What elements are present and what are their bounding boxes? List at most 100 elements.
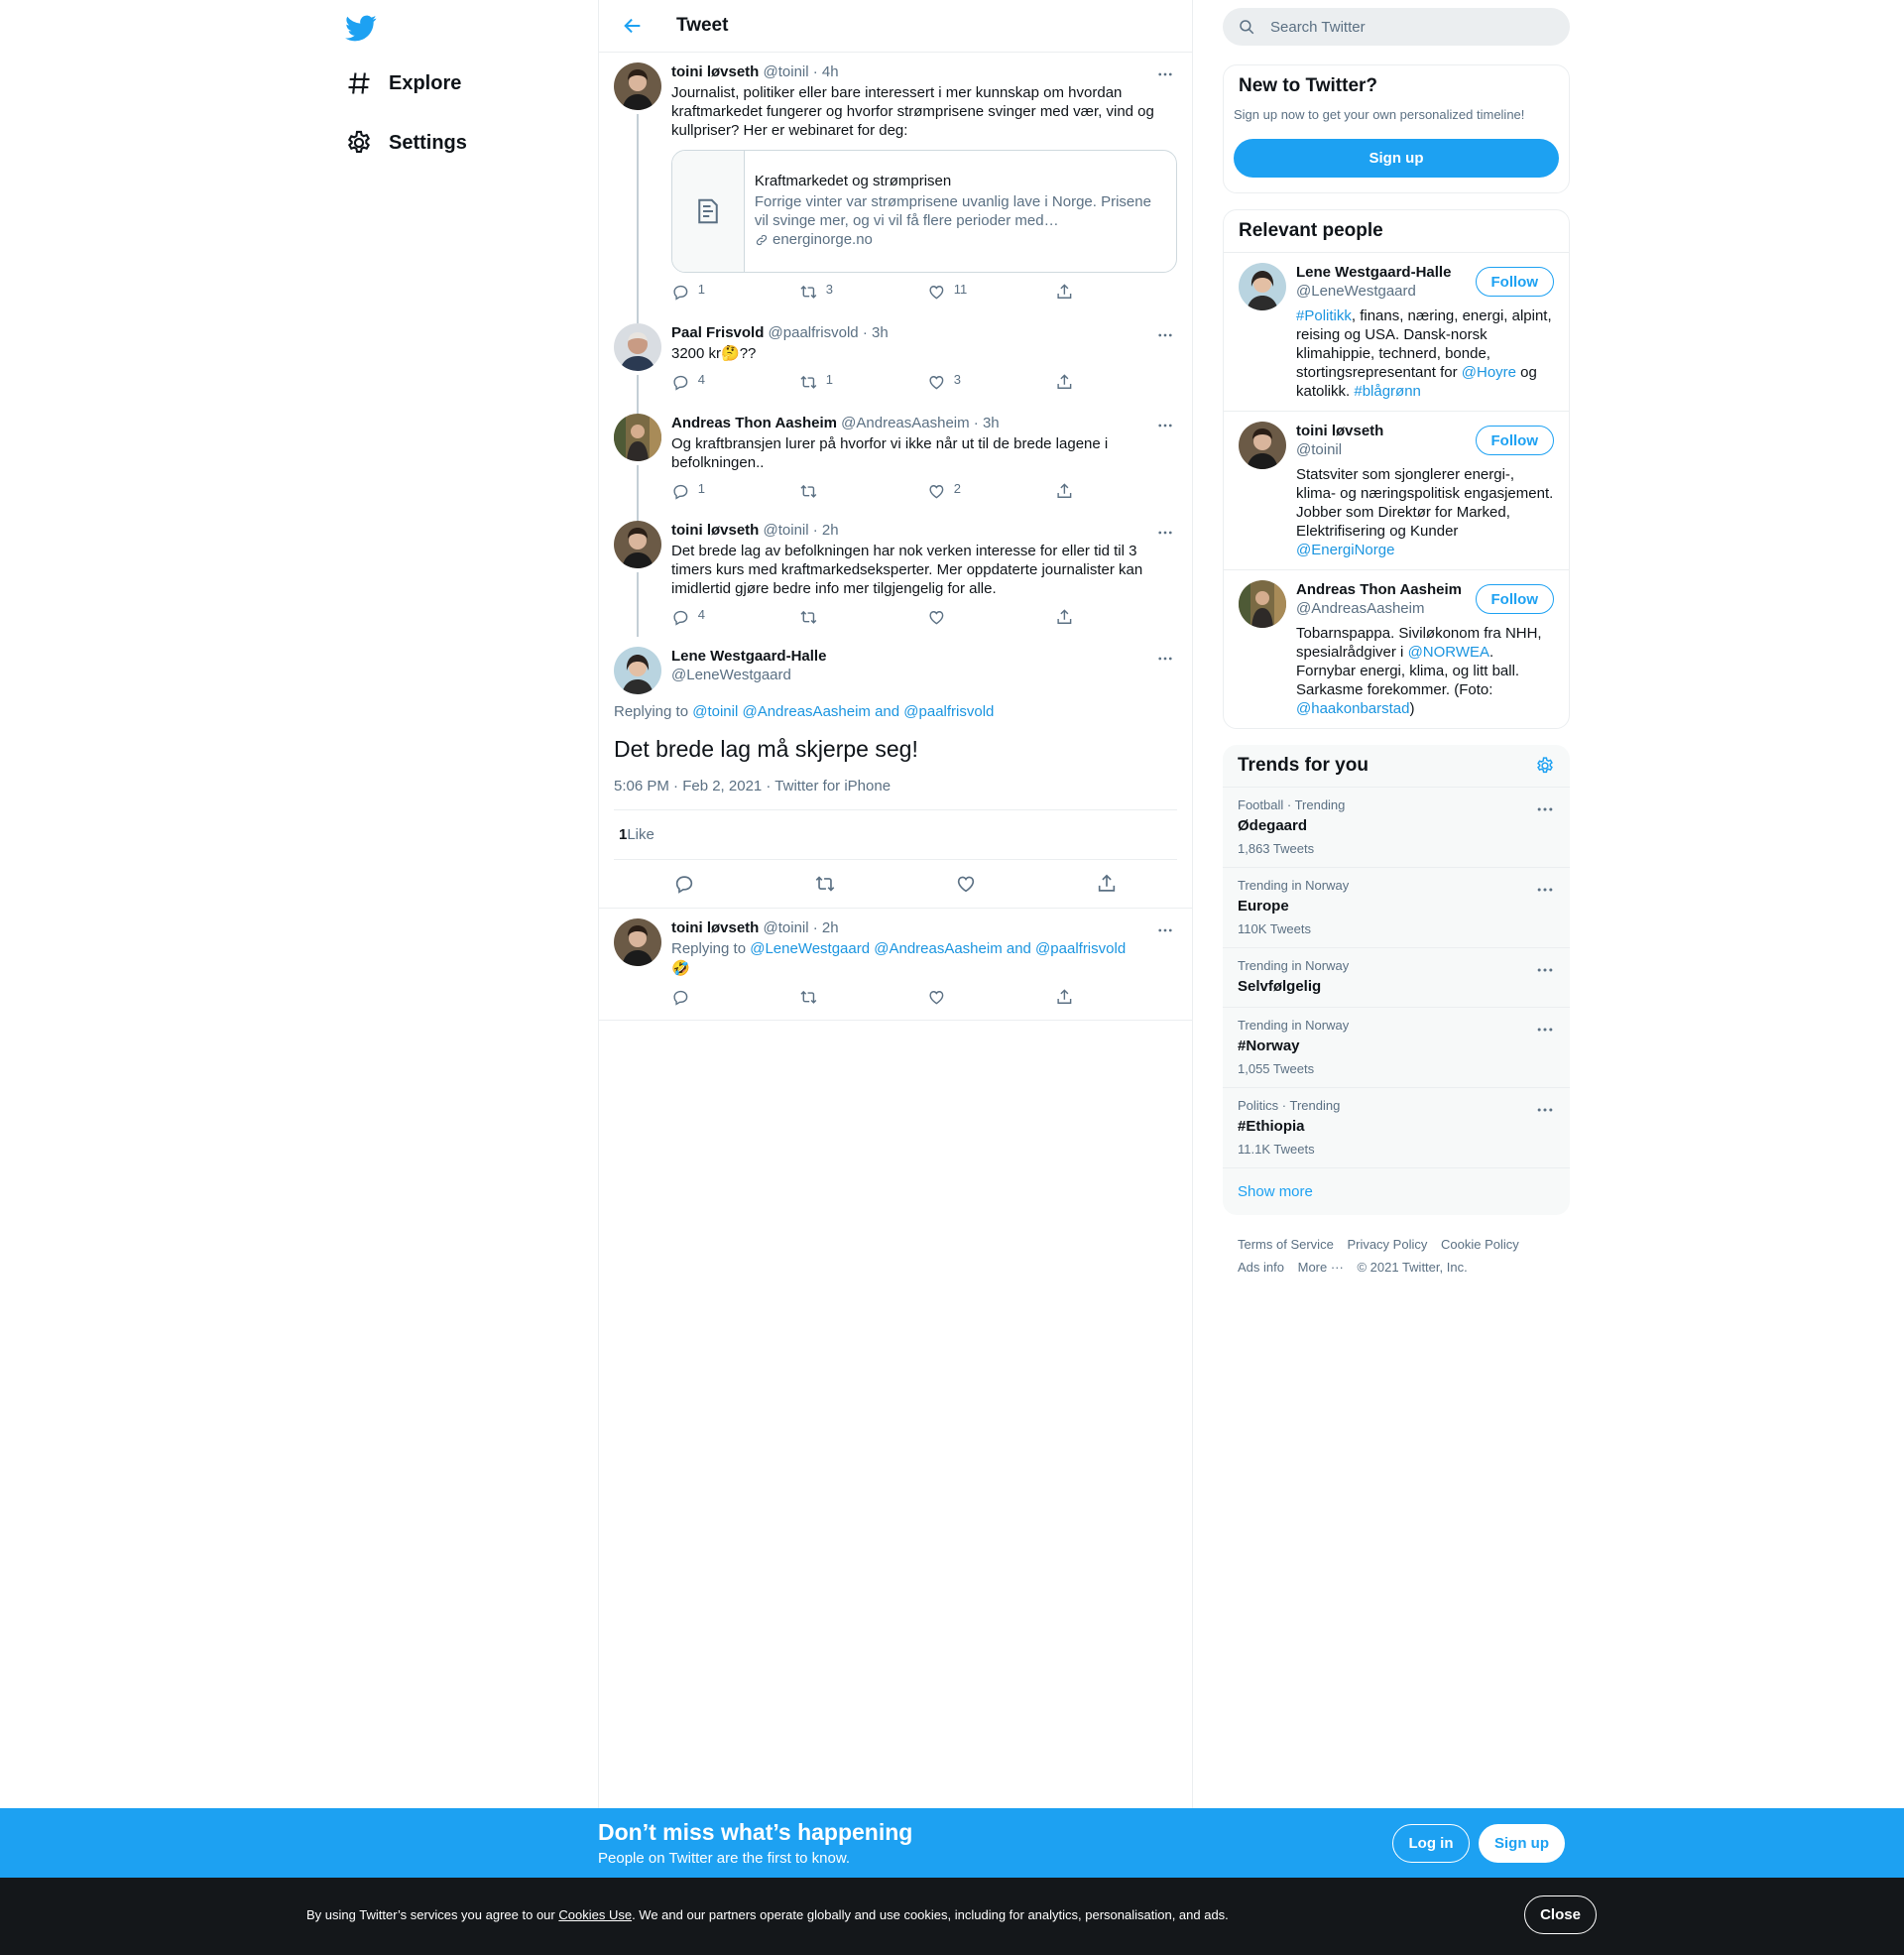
tweet-time[interactable]: · 2h	[813, 522, 839, 539]
more-icon[interactable]	[1153, 647, 1177, 671]
reply-button[interactable]	[665, 988, 793, 1007]
avatar[interactable]	[614, 647, 661, 694]
author-handle[interactable]: @toinil	[764, 63, 809, 80]
cookie-link[interactable]: Cookie Policy	[1441, 1237, 1519, 1252]
retweet-button[interactable]: 1	[793, 372, 921, 392]
show-more-link[interactable]: Show more	[1223, 1168, 1570, 1215]
nav-explore[interactable]: Explore	[345, 59, 461, 108]
bio-hashtag[interactable]: #Politikk	[1296, 307, 1352, 324]
avatar[interactable]	[614, 62, 661, 110]
avatar[interactable]	[614, 918, 661, 966]
tweet-meta[interactable]: 5:06 PM · Feb 2, 2021 · Twitter for iPho…	[614, 778, 1177, 810]
more-icon[interactable]	[1153, 521, 1177, 545]
avatar[interactable]	[614, 521, 661, 568]
avatar[interactable]	[614, 323, 661, 371]
like-button[interactable]	[921, 988, 1049, 1007]
trend-item[interactable]: Football · Trending Ødegaard 1,863 Tweet…	[1223, 788, 1570, 868]
replying-to-links[interactable]: @LeneWestgaard @AndreasAasheim and @paal…	[750, 940, 1126, 957]
bio-mention[interactable]: @Hoyre	[1462, 364, 1516, 381]
share-button[interactable]	[1049, 608, 1177, 627]
more-icon[interactable]	[1535, 1020, 1555, 1039]
likes-count[interactable]: 1 Like	[614, 810, 1177, 860]
share-button[interactable]	[1049, 283, 1177, 302]
cookies-use-link[interactable]: Cookies Use	[558, 1907, 632, 1922]
avatar[interactable]	[1239, 263, 1286, 310]
bio-mention[interactable]: @haakonbarstad	[1296, 700, 1409, 717]
retweet-button[interactable]	[793, 482, 921, 501]
reply-tweet[interactable]: toini løvseth @toinil · 2h Replying to @…	[599, 909, 1192, 1021]
thread-tweet[interactable]: toini løvseth @toinil · 4h Journalist, p…	[599, 53, 1192, 313]
thread-tweet[interactable]: toini løvseth @toinil · 2h Det brede lag…	[599, 511, 1192, 637]
author-name[interactable]: toini løvseth	[671, 63, 759, 80]
more-icon[interactable]	[1535, 960, 1555, 980]
share-button[interactable]	[1049, 482, 1177, 501]
follow-button[interactable]: Follow	[1475, 426, 1554, 455]
follow-button[interactable]: Follow	[1475, 267, 1554, 297]
retweet-button[interactable]	[793, 608, 921, 627]
bio-hashtag[interactable]: #blågrønn	[1354, 383, 1421, 400]
twitter-logo-icon[interactable]	[345, 12, 377, 44]
retweet-button[interactable]	[793, 988, 921, 1007]
author-name[interactable]: toini løvseth	[671, 919, 759, 936]
nav-settings[interactable]: Settings	[345, 118, 467, 168]
ads-info-link[interactable]: Ads info	[1238, 1260, 1284, 1275]
person-card[interactable]: Lene Westgaard-Halle @LeneWestgaard Foll…	[1224, 252, 1569, 411]
sign-up-button[interactable]: Sign up	[1479, 1824, 1565, 1863]
trend-item[interactable]: Trending in Norway Europe 110K Tweets	[1223, 868, 1570, 948]
retweet-button[interactable]: 3	[793, 282, 921, 302]
tweet-time[interactable]: · 4h	[813, 63, 839, 80]
more-icon[interactable]	[1535, 880, 1555, 900]
like-icon[interactable]	[955, 873, 977, 895]
more-icon[interactable]	[1153, 323, 1177, 347]
sign-up-button[interactable]: Sign up	[1234, 139, 1559, 178]
share-button[interactable]	[1049, 373, 1177, 392]
gear-icon[interactable]	[1535, 756, 1555, 776]
more-link[interactable]: More ···	[1298, 1260, 1344, 1275]
trend-item[interactable]: Politics · Trending #Ethiopia 11.1K Twee…	[1223, 1088, 1570, 1168]
bio-mention[interactable]: @EnergiNorge	[1296, 542, 1394, 558]
more-icon[interactable]	[1535, 799, 1555, 819]
reply-button[interactable]: 4	[665, 607, 793, 627]
like-button[interactable]: 2	[921, 481, 1049, 501]
tweet-time[interactable]: · 3h	[974, 415, 1000, 431]
reply-button[interactable]: 1	[665, 282, 793, 302]
close-button[interactable]: Close	[1524, 1895, 1597, 1934]
author-handle[interactable]: @paalfrisvold	[769, 324, 859, 341]
avatar[interactable]	[1239, 422, 1286, 469]
log-in-button[interactable]: Log in	[1392, 1824, 1470, 1863]
link-card[interactable]: Kraftmarkedet og strømprisen Forrige vin…	[671, 150, 1177, 273]
privacy-link[interactable]: Privacy Policy	[1347, 1237, 1427, 1252]
reply-button[interactable]: 1	[665, 481, 793, 501]
author-handle[interactable]: @toinil	[764, 919, 809, 936]
reply-button[interactable]: 4	[665, 372, 793, 392]
author-handle[interactable]: @AndreasAasheim	[841, 415, 969, 431]
share-button[interactable]	[1049, 988, 1177, 1007]
avatar[interactable]	[1239, 580, 1286, 628]
author-handle[interactable]: @LeneWestgaard	[671, 666, 1177, 684]
terms-link[interactable]: Terms of Service	[1238, 1237, 1334, 1252]
more-icon[interactable]	[1153, 414, 1177, 437]
search-box[interactable]	[1223, 8, 1570, 46]
like-button[interactable]: 3	[921, 372, 1049, 392]
author-name[interactable]: Lene Westgaard-Halle	[671, 647, 1177, 666]
reply-icon[interactable]	[673, 873, 695, 895]
back-button[interactable]	[613, 6, 653, 46]
more-icon[interactable]	[1153, 62, 1177, 86]
search-input[interactable]	[1270, 18, 1548, 36]
retweet-icon[interactable]	[814, 873, 836, 895]
tweet-time[interactable]: · 2h	[813, 919, 839, 936]
trend-item[interactable]: Trending in Norway #Norway 1,055 Tweets	[1223, 1008, 1570, 1088]
share-icon[interactable]	[1096, 873, 1118, 895]
replying-to-links[interactable]: @toinil @AndreasAasheim and @paalfrisvol…	[692, 703, 994, 720]
more-icon[interactable]	[1153, 918, 1177, 942]
tweet-time[interactable]: · 3h	[863, 324, 889, 341]
bio-mention[interactable]: @NORWEA	[1408, 644, 1489, 661]
person-card[interactable]: Andreas Thon Aasheim @AndreasAasheim Fol…	[1224, 569, 1569, 728]
like-button[interactable]	[921, 608, 1049, 627]
person-card[interactable]: toini løvseth @toinil Follow Statsviter …	[1224, 411, 1569, 569]
trend-item[interactable]: Trending in Norway Selvfølgelig	[1223, 948, 1570, 1008]
follow-button[interactable]: Follow	[1475, 584, 1554, 614]
author-handle[interactable]: @toinil	[764, 522, 809, 539]
author-name[interactable]: Andreas Thon Aasheim	[671, 415, 837, 431]
thread-tweet[interactable]: Paal Frisvold @paalfrisvold · 3h 3200 kr…	[599, 313, 1192, 404]
